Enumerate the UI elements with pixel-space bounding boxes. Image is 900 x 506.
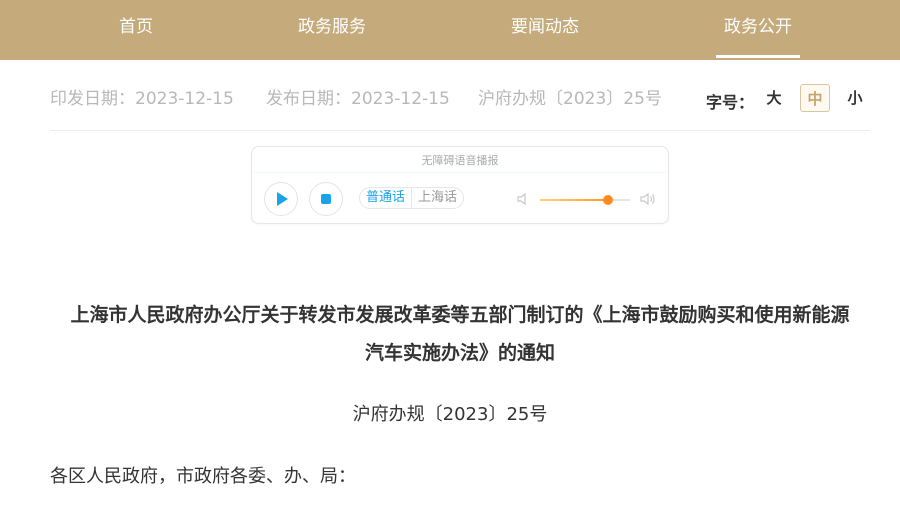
document-number: 沪府办规〔2023〕25号 bbox=[352, 404, 548, 425]
language-toggle: 普通话 上海话 bbox=[359, 187, 465, 209]
play-button[interactable] bbox=[264, 182, 298, 216]
font-size-large-button[interactable]: 大 bbox=[759, 84, 789, 112]
language-shanghainese-button[interactable]: 上海话 bbox=[412, 188, 463, 208]
volume-fill bbox=[540, 199, 608, 201]
top-nav: 首页 政务服务 要闻动态 政务公开 bbox=[0, 0, 900, 60]
font-size-small-button[interactable]: 小 bbox=[840, 84, 870, 112]
document-title: 上海市人民政府办公厅关于转发市发展改革委等五部门制订的《上海市鼓励购买和使用新能… bbox=[40, 296, 880, 372]
stop-icon bbox=[321, 194, 331, 204]
volume-slider[interactable] bbox=[540, 195, 630, 205]
divider bbox=[50, 130, 870, 131]
publish-date: 发布日期：2023-12-15 bbox=[266, 89, 450, 109]
player-divider bbox=[254, 172, 666, 173]
nav-item-news[interactable]: 要闻动态 bbox=[495, 0, 595, 60]
language-mandarin-button[interactable]: 普通话 bbox=[360, 188, 413, 208]
volume-max-icon[interactable] bbox=[640, 191, 656, 207]
play-icon bbox=[277, 192, 288, 206]
font-size-label: 字号： bbox=[706, 93, 755, 112]
stop-button[interactable] bbox=[309, 182, 343, 216]
audio-player: 无障碍语音播报 普通话 上海话 bbox=[251, 146, 669, 224]
print-date: 印发日期：2023-12-15 bbox=[50, 89, 234, 109]
font-size-medium-button[interactable]: 中 bbox=[800, 84, 830, 112]
nav-item-government-disclosure[interactable]: 政务公开 bbox=[716, 0, 800, 60]
nav-item-home[interactable]: 首页 bbox=[96, 0, 176, 60]
document-salutation: 各区人民政府，市政府各委、办、局： bbox=[50, 466, 356, 487]
player-title: 无障碍语音播报 bbox=[421, 154, 499, 167]
document-title-line-1: 上海市人民政府办公厅关于转发市发展改革委等五部门制订的《上海市鼓励购买和使用新能… bbox=[70, 304, 850, 326]
document-title-line-2: 汽车实施办法》的通知 bbox=[364, 342, 555, 364]
nav-item-government-services[interactable]: 政务服务 bbox=[282, 0, 382, 60]
volume-mute-icon[interactable] bbox=[516, 191, 532, 207]
volume-handle[interactable] bbox=[602, 195, 613, 205]
document-code: 沪府办规〔2023〕25号 bbox=[478, 89, 662, 109]
